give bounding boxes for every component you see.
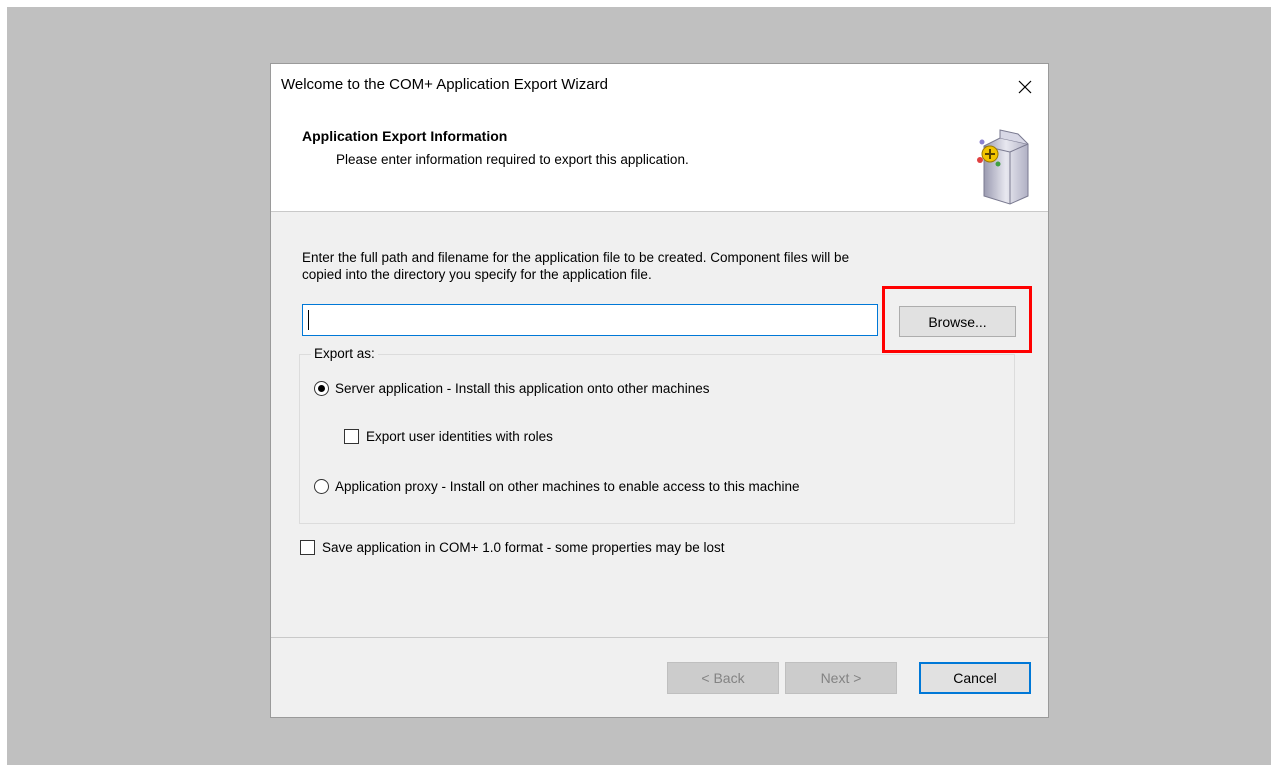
close-button[interactable] (1002, 64, 1048, 110)
export-as-label: Export as: (311, 346, 378, 361)
server-application-label: Server application - Install this applic… (335, 381, 710, 396)
wizard-header: Application Export Information Please en… (271, 110, 1048, 212)
application-proxy-radio[interactable]: Application proxy - Install on other mac… (314, 479, 800, 494)
path-input[interactable] (302, 304, 878, 336)
com-package-icon (977, 129, 1029, 205)
back-button[interactable]: < Back (667, 662, 779, 694)
save-com10-format-checkbox[interactable]: Save application in COM+ 1.0 format - so… (300, 540, 725, 555)
application-proxy-label: Application proxy - Install on other mac… (335, 479, 800, 494)
close-icon (1018, 80, 1032, 94)
instructions-text: Enter the full path and filename for the… (302, 249, 1012, 283)
export-wizard-dialog: Welcome to the COM+ Application Export W… (270, 63, 1049, 718)
footer-divider (271, 637, 1048, 638)
page-title: Application Export Information (302, 128, 508, 144)
server-application-radio[interactable]: Server application - Install this applic… (314, 381, 709, 396)
title-bar: Welcome to the COM+ Application Export W… (271, 64, 1048, 110)
checkbox-unchecked-icon (344, 429, 359, 444)
text-caret (308, 310, 309, 330)
radio-unselected-icon (314, 479, 329, 494)
page-subtitle: Please enter information required to exp… (336, 152, 689, 167)
export-user-identities-checkbox[interactable]: Export user identities with roles (344, 429, 553, 444)
instructions-line-2: copied into the directory you specify fo… (302, 267, 652, 282)
radio-selected-icon (314, 381, 329, 396)
save-com10-format-label: Save application in COM+ 1.0 format - so… (322, 540, 725, 555)
browse-button[interactable]: Browse... (899, 306, 1016, 337)
cancel-button[interactable]: Cancel (919, 662, 1031, 694)
export-user-identities-label: Export user identities with roles (366, 429, 553, 444)
checkbox-unchecked-icon (300, 540, 315, 555)
instructions-line-1: Enter the full path and filename for the… (302, 250, 850, 265)
window-title: Welcome to the COM+ Application Export W… (281, 76, 608, 93)
next-button[interactable]: Next > (785, 662, 897, 694)
